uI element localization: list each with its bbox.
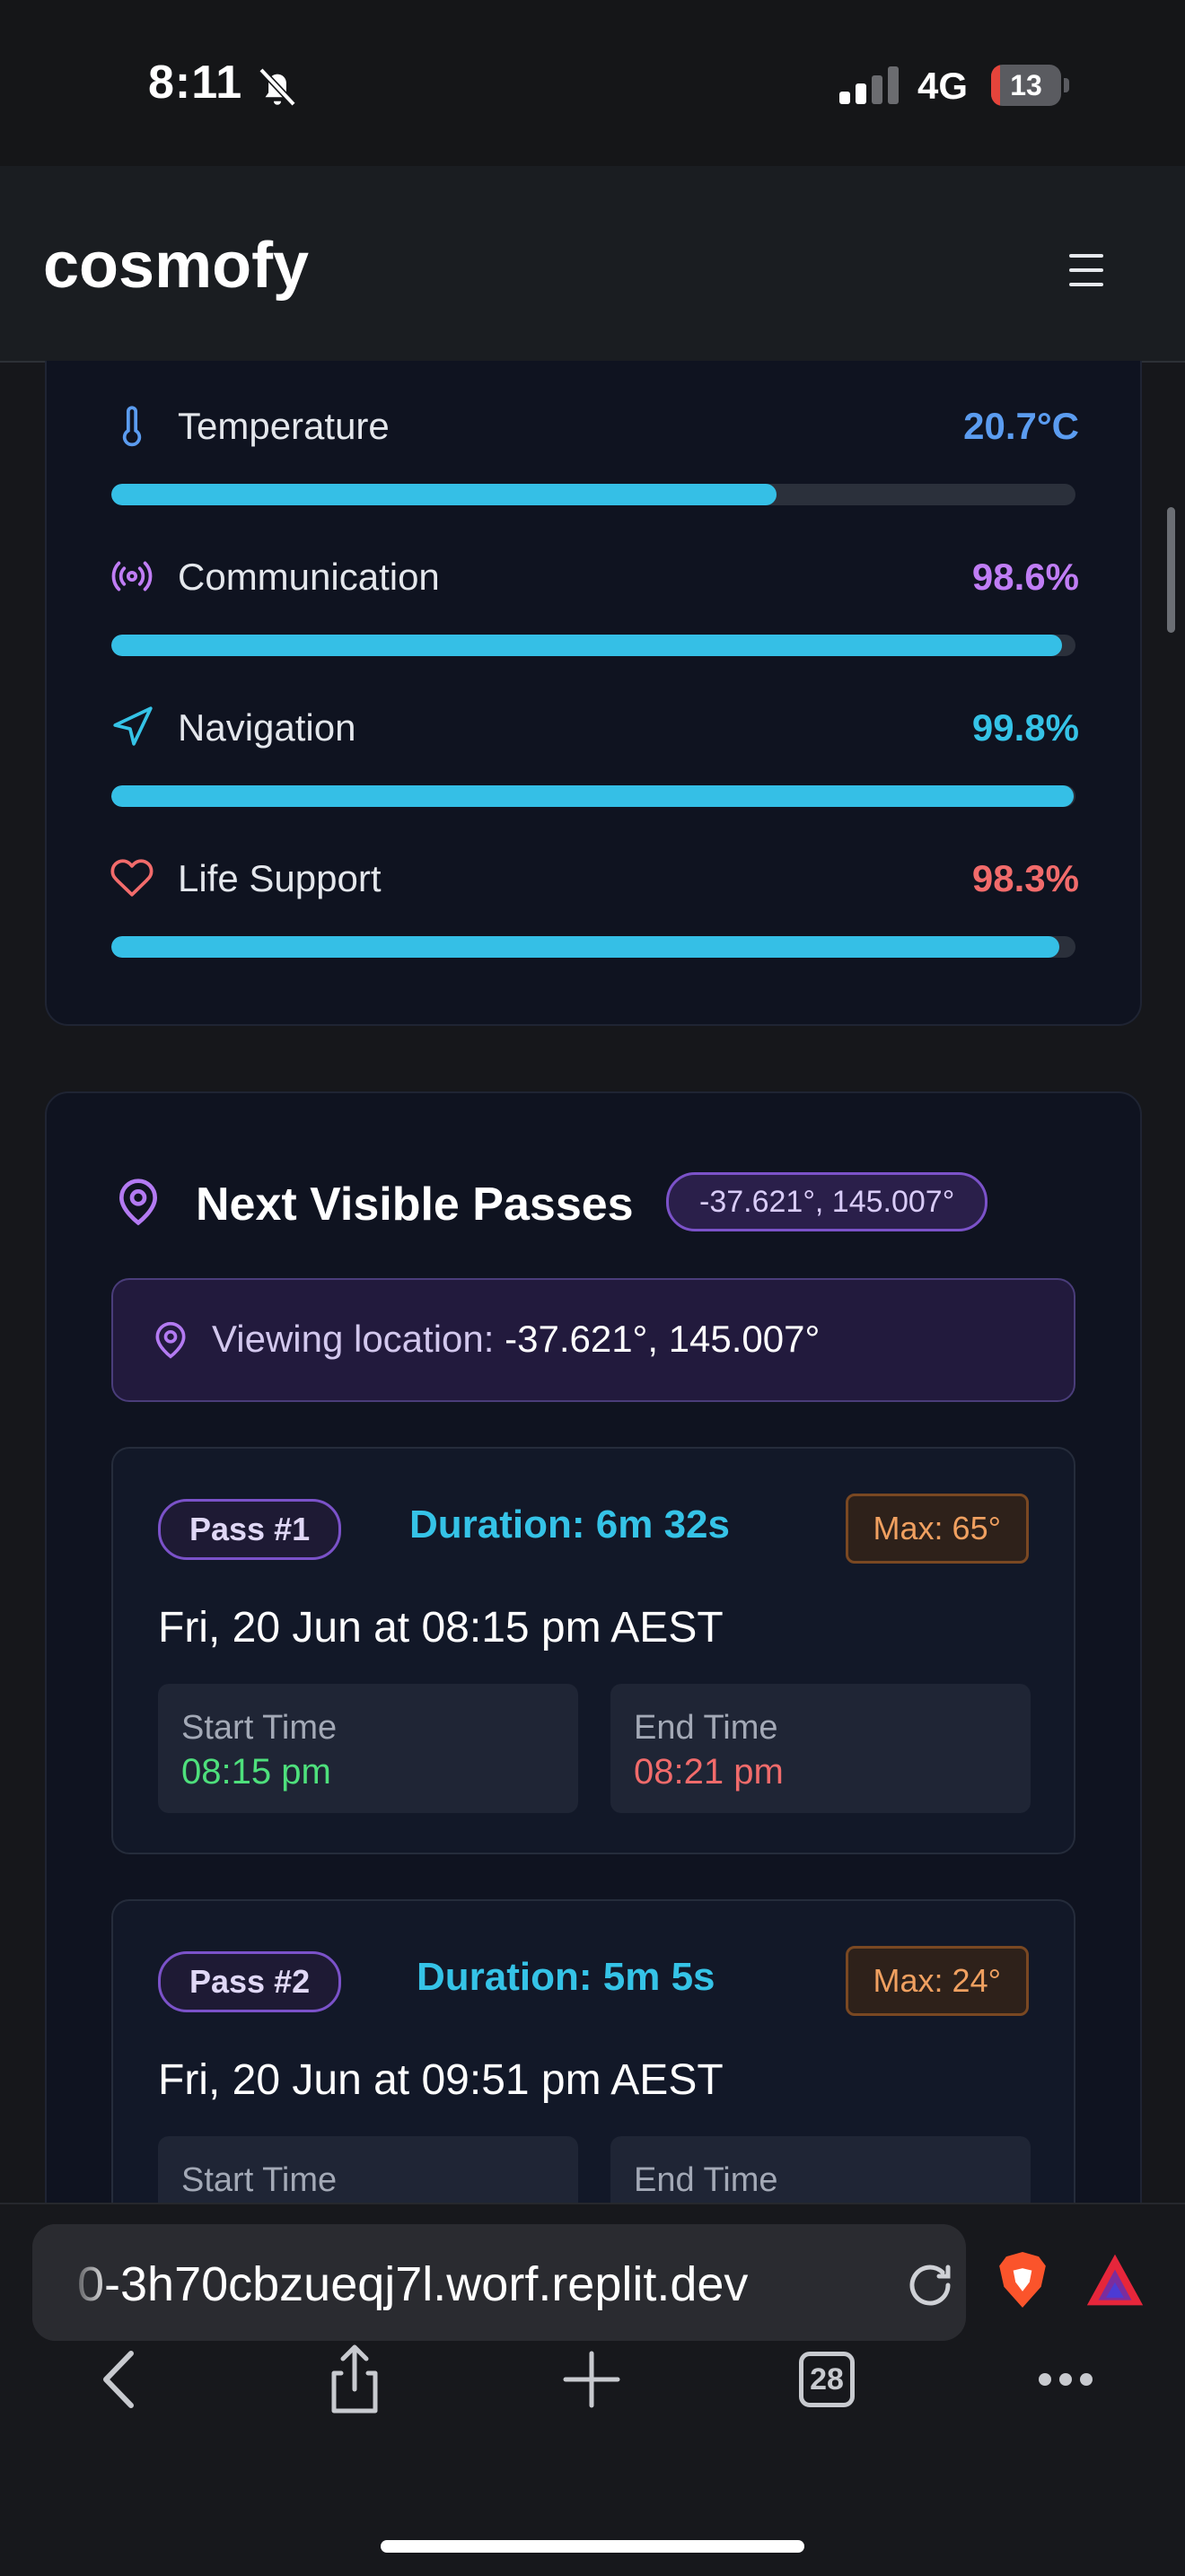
tabs-button[interactable]: 28 bbox=[799, 2352, 880, 2432]
visible-passes-card: Next Visible Passes -37.621°, 145.007° V… bbox=[45, 1091, 1142, 2203]
metric-value: 98.6% bbox=[971, 556, 1079, 598]
end-time-box: End Time 08:21 pm bbox=[610, 1684, 1031, 1813]
pass-date: Fri, 20 Jun at 09:51 pm AEST bbox=[158, 2056, 724, 2104]
pass-date: Fri, 20 Jun at 08:15 pm AEST bbox=[158, 1604, 724, 1652]
page-content: Temperature 20.7°C Communication 98.6% N… bbox=[0, 361, 1185, 2203]
hamburger-menu-icon[interactable] bbox=[1065, 250, 1111, 290]
metric-label: Navigation bbox=[178, 706, 356, 749]
viewing-location-text: Viewing location: -37.621°, 145.007° bbox=[212, 1318, 820, 1361]
temperature-bar-fill bbox=[111, 484, 777, 505]
home-indicator bbox=[381, 2540, 804, 2553]
status-time: 8:11 bbox=[148, 57, 243, 109]
metric-label: Communication bbox=[178, 556, 440, 598]
map-pin-icon bbox=[118, 1178, 158, 1226]
start-time-box: Start Time bbox=[158, 2136, 578, 2203]
start-time-label: Start Time bbox=[181, 2161, 338, 2199]
start-time-value: 08:15 pm bbox=[181, 1752, 331, 1792]
new-tab-icon[interactable] bbox=[551, 2339, 632, 2420]
end-time-label: End Time bbox=[634, 2161, 778, 2199]
passes-header: Next Visible Passes -37.621°, 145.007° bbox=[113, 1165, 1101, 1237]
start-time-label: Start Time bbox=[181, 1709, 338, 1747]
thermometer-icon bbox=[122, 406, 142, 447]
metric-temperature: Temperature 20.7°C bbox=[110, 398, 1079, 451]
radio-icon bbox=[111, 561, 153, 591]
end-time-box: End Time bbox=[610, 2136, 1031, 2203]
pass-duration: Duration: 5m 5s bbox=[417, 1955, 715, 1999]
pass-card[interactable]: Pass #1 Duration: 6m 32s Max: 65° Fri, 2… bbox=[111, 1447, 1075, 1854]
metric-communication: Communication 98.6% bbox=[110, 548, 1079, 602]
communication-bar bbox=[111, 635, 1075, 656]
heart-icon bbox=[110, 859, 154, 897]
reload-icon[interactable] bbox=[903, 2258, 957, 2312]
app-header: cosmofy bbox=[0, 166, 1185, 363]
metric-value: 20.7°C bbox=[963, 405, 1079, 447]
metric-label: Life Support bbox=[178, 857, 382, 899]
bell-muted-icon bbox=[259, 67, 296, 107]
brand-logo-text[interactable]: cosmofy bbox=[43, 229, 309, 302]
metric-value: 99.8% bbox=[971, 706, 1079, 749]
pass-duration: Duration: 6m 32s bbox=[409, 1503, 730, 1546]
battery-icon: 13 bbox=[991, 65, 1070, 106]
cellular-signal-icon bbox=[839, 66, 899, 104]
end-time-value: 08:21 pm bbox=[634, 1752, 784, 1792]
brave-rewards-icon[interactable] bbox=[1084, 2251, 1146, 2309]
life-support-bar-fill bbox=[111, 936, 1059, 958]
viewing-location-label: Viewing location: bbox=[212, 1318, 495, 1360]
map-pin-icon bbox=[155, 1321, 186, 1359]
viewing-location-box: Viewing location: -37.621°, 145.007° bbox=[111, 1278, 1075, 1402]
browser-toolbar: 0-3h70cbzueqj7l.worf.replit.dev 28 bbox=[0, 2203, 1185, 2576]
communication-bar-fill bbox=[111, 635, 1062, 656]
share-icon[interactable] bbox=[314, 2339, 395, 2420]
battery-percent: 13 bbox=[1010, 69, 1042, 101]
navigation-bar-fill bbox=[111, 785, 1074, 807]
tabs-count: 28 bbox=[799, 2352, 855, 2407]
pass-number-badge: Pass #1 bbox=[158, 1499, 342, 1560]
viewing-location-value: -37.621°, 145.007° bbox=[505, 1318, 821, 1360]
end-time-label: End Time bbox=[634, 1709, 778, 1747]
metric-navigation: Navigation 99.8% bbox=[110, 699, 1079, 753]
max-elevation-badge: Max: 24° bbox=[845, 1946, 1029, 2016]
back-icon[interactable] bbox=[79, 2339, 160, 2420]
address-bar[interactable]: 0-3h70cbzueqj7l.worf.replit.dev bbox=[32, 2224, 966, 2341]
temperature-bar bbox=[111, 484, 1075, 505]
start-time-box: Start Time 08:15 pm bbox=[158, 1684, 578, 1813]
more-options-icon[interactable] bbox=[1025, 2339, 1106, 2420]
metric-value: 98.3% bbox=[971, 857, 1079, 899]
coordinates-badge: -37.621°, 145.007° bbox=[666, 1172, 988, 1231]
navigation-bar bbox=[111, 785, 1075, 807]
system-status-card: Temperature 20.7°C Communication 98.6% N… bbox=[45, 361, 1142, 1026]
section-title: Next Visible Passes bbox=[196, 1178, 634, 1231]
url-text[interactable]: 0-3h70cbzueqj7l.worf.replit.dev bbox=[77, 2256, 748, 2312]
brave-shields-icon[interactable] bbox=[995, 2249, 1050, 2310]
metric-label: Temperature bbox=[178, 405, 390, 447]
network-type: 4G bbox=[917, 65, 969, 107]
pass-number-badge: Pass #2 bbox=[158, 1951, 342, 2012]
pass-card[interactable]: Pass #2 Duration: 5m 5s Max: 24° Fri, 20… bbox=[111, 1899, 1075, 2203]
navigation-icon bbox=[113, 706, 153, 746]
status-bar: 8:11 4G 13 bbox=[0, 0, 1185, 166]
max-elevation-badge: Max: 65° bbox=[845, 1494, 1029, 1564]
life-support-bar bbox=[111, 936, 1075, 958]
metric-life-support: Life Support 98.3% bbox=[110, 850, 1079, 904]
